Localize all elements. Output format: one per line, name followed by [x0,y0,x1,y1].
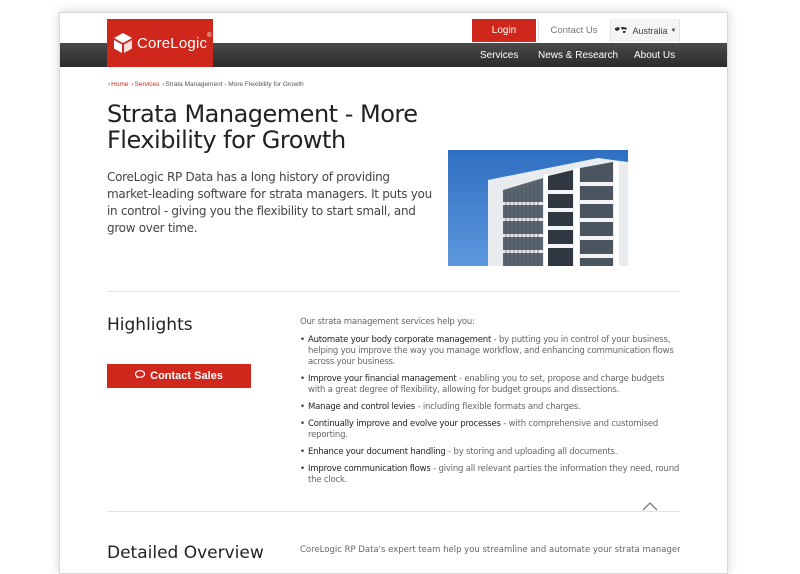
logo-registered-mark: ® [207,33,212,39]
highlights-lead: Our strata management services help you: [300,317,475,327]
nav-news-research[interactable]: News & Research [538,43,618,67]
logo-text: CoreLogic [137,34,208,52]
login-button[interactable]: Login [472,19,536,42]
overview-paragraph: CoreLogic RP Data's expert team help you… [300,545,680,555]
nav-about-us[interactable]: About Us [634,43,675,67]
list-item-text: - by storing and uploading all documents… [445,447,618,457]
chat-icon [135,370,146,382]
breadcrumb-chevron-icon: › [108,81,111,88]
list-item: Improve your financial management - enab… [300,374,680,396]
contact-us-link[interactable]: Contact Us [538,19,609,42]
contact-sales-label: Contact Sales [150,370,223,382]
list-item: Enhance your document handling - by stor… [300,447,680,458]
breadcrumb-home[interactable]: Home [111,81,128,88]
globe-icon [614,26,628,36]
list-item-text: - including flexible formats and charges… [414,402,581,412]
list-item: Continually improve and evolve your proc… [300,419,680,441]
list-item: Manage and control levies - including fl… [300,402,680,413]
caret-down-icon: ▼ [670,27,677,34]
list-item: Automate your body corporate management … [300,335,680,368]
list-item-bold: Automate your body corporate management [308,335,492,345]
chevron-up-icon[interactable] [642,501,658,511]
section-divider [107,511,679,512]
logo-cube-icon [114,33,132,53]
breadcrumb-current: Strata Management - More Flexibility for… [165,81,304,88]
breadcrumb-services[interactable]: Services [135,81,160,88]
list-item-bold: Improve communication flows [308,464,431,474]
region-selector[interactable]: Australia ▼ [610,19,680,42]
browser-page: CoreLogic ® Login Contact Us Australia ▼ … [59,12,728,574]
breadcrumb: ›Home ›Services ›Strata Management - Mor… [107,81,304,88]
corelogic-logo[interactable]: CoreLogic ® [107,19,213,67]
region-label: Australia [632,25,668,36]
highlights-content: Our strata management services help you:… [300,317,680,492]
intro-paragraph: CoreLogic RP Data has a long history of … [107,170,432,235]
list-item-bold: Enhance your document handling [308,447,446,457]
highlights-list: Automate your body corporate management … [300,335,680,486]
list-item-bold: Continually improve and evolve your proc… [308,419,501,429]
breadcrumb-chevron-icon: › [131,81,134,88]
nav-services[interactable]: Services [480,43,518,67]
list-item: Improve communication flows - giving all… [300,464,680,486]
detailed-overview-heading: Detailed Overview [107,543,264,563]
section-divider [107,291,679,292]
page-title: Strata Management - More Flexibility for… [107,100,418,154]
list-item-bold: Improve your financial management [308,374,457,384]
contact-sales-button[interactable]: Contact Sales [107,364,251,388]
list-item-bold: Manage and control levies [308,402,415,412]
building-photo [448,150,628,266]
highlights-heading: Highlights [107,315,193,335]
